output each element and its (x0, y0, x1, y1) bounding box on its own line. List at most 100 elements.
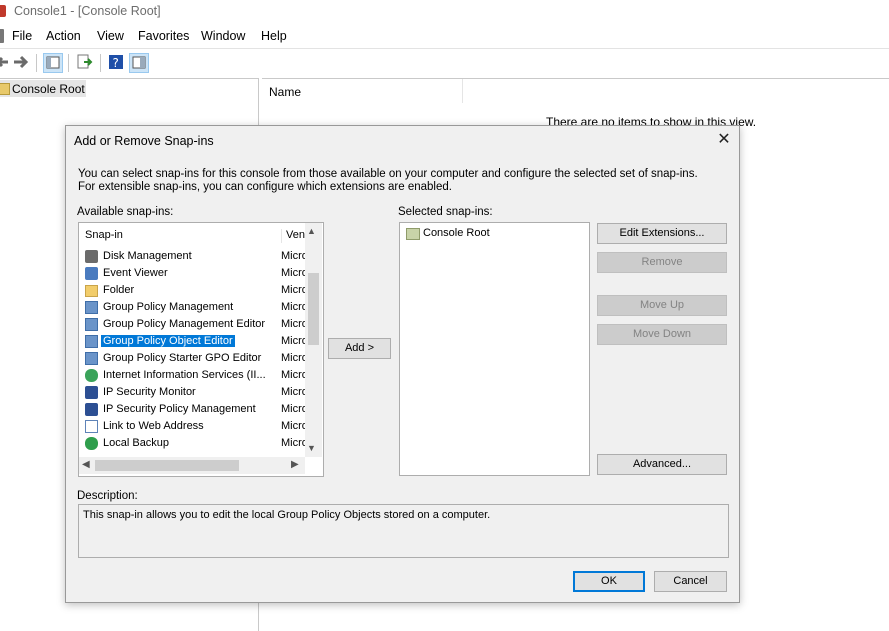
snapin-name: Group Policy Management (103, 301, 234, 313)
snapin-name: Disk Management (103, 250, 192, 262)
snapin-name: Group Policy Object Editor (101, 335, 235, 347)
snapin-vendor: Micro (281, 335, 308, 347)
export-list-icon[interactable] (75, 53, 93, 71)
title-bar: Console1 - [Console Root] (0, 0, 889, 24)
tree-item-console-root[interactable]: Console Root (0, 80, 86, 97)
column-header-label: Name (269, 85, 302, 99)
cancel-button[interactable]: Cancel (654, 571, 727, 592)
scrollbar-thumb[interactable] (95, 460, 239, 471)
mmc-app-icon (0, 5, 6, 17)
snapin-row[interactable]: Event Viewer Micro (83, 265, 308, 282)
column-header-snapin[interactable]: Snap-in (85, 229, 123, 241)
policy-icon (85, 318, 98, 331)
folder-icon (406, 228, 420, 240)
close-icon[interactable]: ✕ (714, 130, 734, 150)
snapin-row[interactable]: Disk Management Micro (83, 248, 308, 265)
menu-action[interactable]: Action (46, 29, 81, 43)
snapin-vendor: Micro (281, 420, 308, 432)
add-button[interactable]: Add > (328, 338, 391, 359)
ip-security-icon (85, 403, 98, 416)
scroll-down-icon[interactable]: ▼ (307, 443, 316, 453)
toolbar: ? (0, 48, 889, 77)
selected-item-label: Console Root (423, 227, 490, 239)
snapin-row[interactable]: Group Policy Starter GPO Editor Micro (83, 350, 308, 367)
snapin-vendor: Micro (281, 250, 308, 262)
menu-view[interactable]: View (97, 29, 124, 43)
event-viewer-icon (85, 267, 98, 280)
edit-extensions-button[interactable]: Edit Extensions... (597, 223, 727, 244)
snapin-name: Link to Web Address (103, 420, 204, 432)
snapin-vendor: Micro (281, 352, 308, 364)
tree-item-label: Console Root (12, 82, 85, 96)
forward-arrow-icon[interactable] (12, 53, 30, 71)
window-title: Console1 - [Console Root] (14, 4, 161, 18)
system-menu-icon[interactable] (0, 29, 4, 43)
snapin-vendor: Micro (281, 318, 308, 330)
selected-snapins-list[interactable]: Console Root (399, 222, 590, 476)
available-snapins-list[interactable]: Snap-in Vend Disk Management Micro Event… (78, 222, 324, 477)
policy-icon (85, 335, 98, 348)
menu-bar: File Action View Favorites Window Help (0, 27, 889, 47)
snapin-row-selected[interactable]: Group Policy Object Editor Micro (83, 333, 308, 350)
show-hide-tree-icon[interactable] (43, 53, 63, 73)
snapin-row[interactable]: Folder Micro (83, 282, 308, 299)
snapin-vendor: Micro (281, 403, 308, 415)
back-arrow-icon[interactable] (0, 53, 12, 71)
snapin-row[interactable]: IP Security Policy Management Micro (83, 401, 308, 418)
add-remove-snapins-dialog: Add or Remove Snap-ins ✕ You can select … (65, 125, 740, 603)
scrollbar-thumb[interactable] (308, 273, 319, 345)
dialog-title: Add or Remove Snap-ins (74, 134, 214, 148)
menu-help[interactable]: Help (261, 29, 287, 43)
snapin-name: Group Policy Management Editor (103, 318, 266, 330)
menu-file[interactable]: File (12, 29, 32, 43)
snapin-vendor: Micro (281, 284, 308, 296)
svg-text:?: ? (113, 56, 119, 70)
snapin-row[interactable]: Internet Information Services (II... Mic… (83, 367, 308, 384)
iis-icon (85, 369, 98, 382)
snapin-name: IP Security Policy Management (103, 403, 256, 415)
remove-button[interactable]: Remove (597, 252, 727, 273)
available-list-header: Snap-in Vend (79, 223, 311, 245)
column-header-name[interactable]: Name (262, 79, 463, 103)
folder-icon (0, 83, 10, 95)
snapin-vendor: Micro (281, 301, 308, 313)
move-up-button[interactable]: Move Up (597, 295, 727, 316)
scroll-right-icon[interactable]: ▶ (291, 459, 299, 470)
snapin-row[interactable]: Group Policy Management Micro (83, 299, 308, 316)
advanced-button[interactable]: Advanced... (597, 454, 727, 475)
available-snapins-label: Available snap-ins: (77, 206, 174, 218)
snapin-name: Folder (103, 284, 135, 296)
vertical-scrollbar[interactable]: ▲ ▼ (305, 223, 322, 457)
ip-security-icon (85, 386, 98, 399)
menu-favorites[interactable]: Favorites (138, 29, 189, 43)
snapin-name: Internet Information Services (II... (103, 369, 266, 381)
snapin-name: IP Security Monitor (103, 386, 196, 398)
snapin-vendor: Micro (281, 369, 308, 381)
snapin-name: Event Viewer (103, 267, 168, 279)
ok-button[interactable]: OK (573, 571, 645, 592)
description-text: This snap-in allows you to edit the loca… (83, 509, 491, 521)
snapin-vendor: Micro (281, 437, 308, 449)
snapin-row[interactable]: IP Security Monitor Micro (83, 384, 308, 401)
disk-icon (85, 250, 98, 263)
snapin-name: Group Policy Starter GPO Editor (103, 352, 262, 364)
scroll-up-icon[interactable]: ▲ (307, 226, 316, 236)
help-icon[interactable]: ? (107, 53, 125, 71)
snapin-row[interactable]: Link to Web Address Micro (83, 418, 308, 435)
web-link-icon (85, 420, 98, 433)
snapin-row[interactable]: Local Backup Micro (83, 435, 308, 452)
description-box: This snap-in allows you to edit the loca… (78, 504, 729, 558)
policy-icon (85, 301, 98, 314)
policy-icon (85, 352, 98, 365)
snapin-row[interactable]: Group Policy Management Editor Micro (83, 316, 308, 333)
horizontal-scrollbar[interactable]: ◀ ▶ (79, 457, 305, 474)
selected-snapins-label: Selected snap-ins: (398, 206, 493, 218)
scroll-left-icon[interactable]: ◀ (82, 459, 90, 470)
dialog-intro-text: You can select snap-ins for this console… (78, 168, 698, 193)
snapin-vendor: Micro (281, 267, 308, 279)
move-down-button[interactable]: Move Down (597, 324, 727, 345)
description-label: Description: (77, 490, 138, 502)
folder-icon (85, 285, 98, 297)
menu-window[interactable]: Window (201, 29, 245, 43)
show-hide-action-pane-icon[interactable] (129, 53, 149, 73)
